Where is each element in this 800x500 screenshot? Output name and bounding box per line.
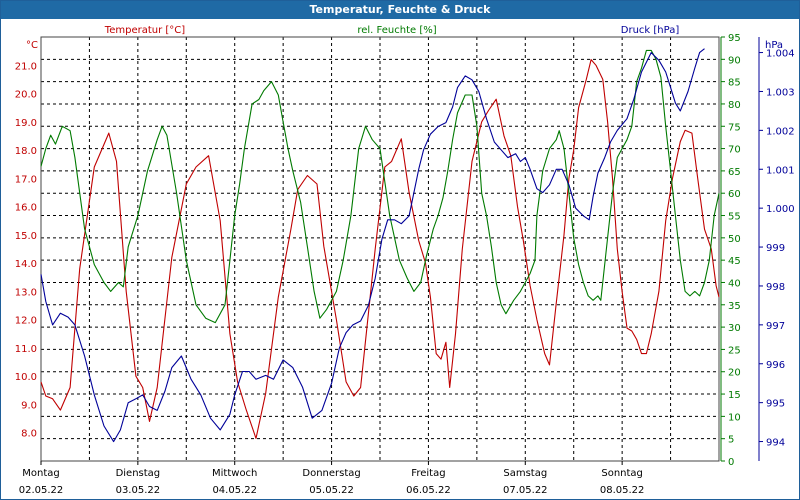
x-tick-label-day: Samstag bbox=[503, 468, 547, 479]
chart-canvas: Montag02.05.22Dienstag03.05.22Mittwoch04… bbox=[15, 25, 795, 496]
temperature-tick-label: 14.0 bbox=[15, 259, 37, 270]
temperature-tick-label: 9.0 bbox=[21, 400, 37, 411]
axis-labels: °C Temperatur [°C] rel. Feuchte [%] Druc… bbox=[26, 25, 783, 51]
x-tick-label-date: 02.05.22 bbox=[19, 485, 64, 496]
temperature-tick-label: 8.0 bbox=[21, 429, 37, 440]
temperature-tick-label: 18.0 bbox=[15, 146, 37, 157]
pressure-unit-label: hPa bbox=[765, 40, 783, 51]
humidity-tick-label: 85 bbox=[728, 78, 741, 89]
temperature-tick-label: 11.0 bbox=[15, 344, 37, 355]
pressure-tick-label: 997 bbox=[766, 321, 785, 332]
pressure-axis-title: Druck [hPa] bbox=[621, 25, 680, 36]
pressure-tick-label: 998 bbox=[766, 282, 785, 293]
temperature-tick-label: 13.0 bbox=[15, 287, 37, 298]
x-tick-label-day: Dienstag bbox=[116, 468, 161, 479]
humidity-tick-label: 20 bbox=[728, 368, 741, 379]
x-tick-label-date: 05.05.22 bbox=[309, 485, 354, 496]
pressure-tick-label: 1.001 bbox=[766, 165, 795, 176]
temperature-tick-label: 10.0 bbox=[15, 372, 37, 383]
temperature-tick-label: 12.0 bbox=[15, 316, 37, 327]
humidity-tick-label: 50 bbox=[728, 234, 741, 245]
temperature-tick-label: 20.0 bbox=[15, 90, 37, 101]
humidity-axis-title: rel. Feuchte [%] bbox=[357, 25, 436, 36]
pressure-tick-label: 1.003 bbox=[766, 87, 795, 98]
humidity-tick-label: 25 bbox=[728, 345, 741, 356]
pressure-tick-label: 1.002 bbox=[766, 126, 795, 137]
humidity-tick-label: 60 bbox=[728, 189, 741, 200]
pressure-tick-label: 999 bbox=[766, 243, 785, 254]
pressure-series-line bbox=[40, 48, 705, 443]
x-tick-label-date: 08.05.22 bbox=[600, 485, 645, 496]
humidity-tick-label: 10 bbox=[728, 412, 741, 423]
pressure-tick-label: 994 bbox=[766, 438, 785, 449]
temperature-unit-label: °C bbox=[26, 40, 38, 51]
humidity-tick-label: 70 bbox=[728, 145, 741, 156]
x-tick-label-day: Donnerstag bbox=[302, 468, 360, 479]
x-tick-label-day: Freitag bbox=[411, 468, 445, 479]
pressure-tick-label: 1.000 bbox=[766, 204, 795, 215]
humidity-tick-label: 0 bbox=[728, 457, 734, 468]
humidity-tick-label: 40 bbox=[728, 278, 741, 289]
humidity-tick-label: 90 bbox=[728, 55, 741, 66]
humidity-tick-label: 75 bbox=[728, 122, 741, 133]
humidity-tick-label: 65 bbox=[728, 167, 741, 178]
pressure-tick-label: 995 bbox=[766, 399, 785, 410]
axes: Montag02.05.22Dienstag03.05.22Mittwoch04… bbox=[15, 33, 795, 496]
pressure-tick-label: 996 bbox=[766, 360, 785, 371]
humidity-tick-label: 95 bbox=[728, 33, 741, 44]
temperature-tick-label: 16.0 bbox=[15, 203, 37, 214]
x-tick-label-date: 07.05.22 bbox=[503, 485, 548, 496]
x-tick-label-day: Montag bbox=[22, 468, 59, 479]
temperature-tick-label: 19.0 bbox=[15, 118, 37, 129]
humidity-tick-label: 55 bbox=[728, 212, 741, 223]
humidity-tick-label: 5 bbox=[728, 435, 734, 446]
x-tick-label-date: 04.05.22 bbox=[212, 485, 257, 496]
humidity-tick-label: 30 bbox=[728, 323, 741, 334]
humidity-tick-label: 15 bbox=[728, 390, 741, 401]
series-lines bbox=[40, 48, 720, 443]
temperature-tick-label: 21.0 bbox=[15, 61, 37, 72]
x-tick-label-date: 06.05.22 bbox=[406, 485, 451, 496]
humidity-tick-label: 80 bbox=[728, 100, 741, 111]
temperature-tick-label: 17.0 bbox=[15, 174, 37, 185]
x-tick-label-day: Sonntag bbox=[601, 468, 643, 479]
humidity-tick-label: 45 bbox=[728, 256, 741, 267]
temperature-tick-label: 15.0 bbox=[15, 231, 37, 242]
temperature-axis-title: Temperatur [°C] bbox=[104, 25, 185, 36]
humidity-tick-label: 35 bbox=[728, 301, 741, 312]
x-tick-label-day: Mittwoch bbox=[212, 468, 257, 479]
x-tick-label-date: 03.05.22 bbox=[116, 485, 161, 496]
